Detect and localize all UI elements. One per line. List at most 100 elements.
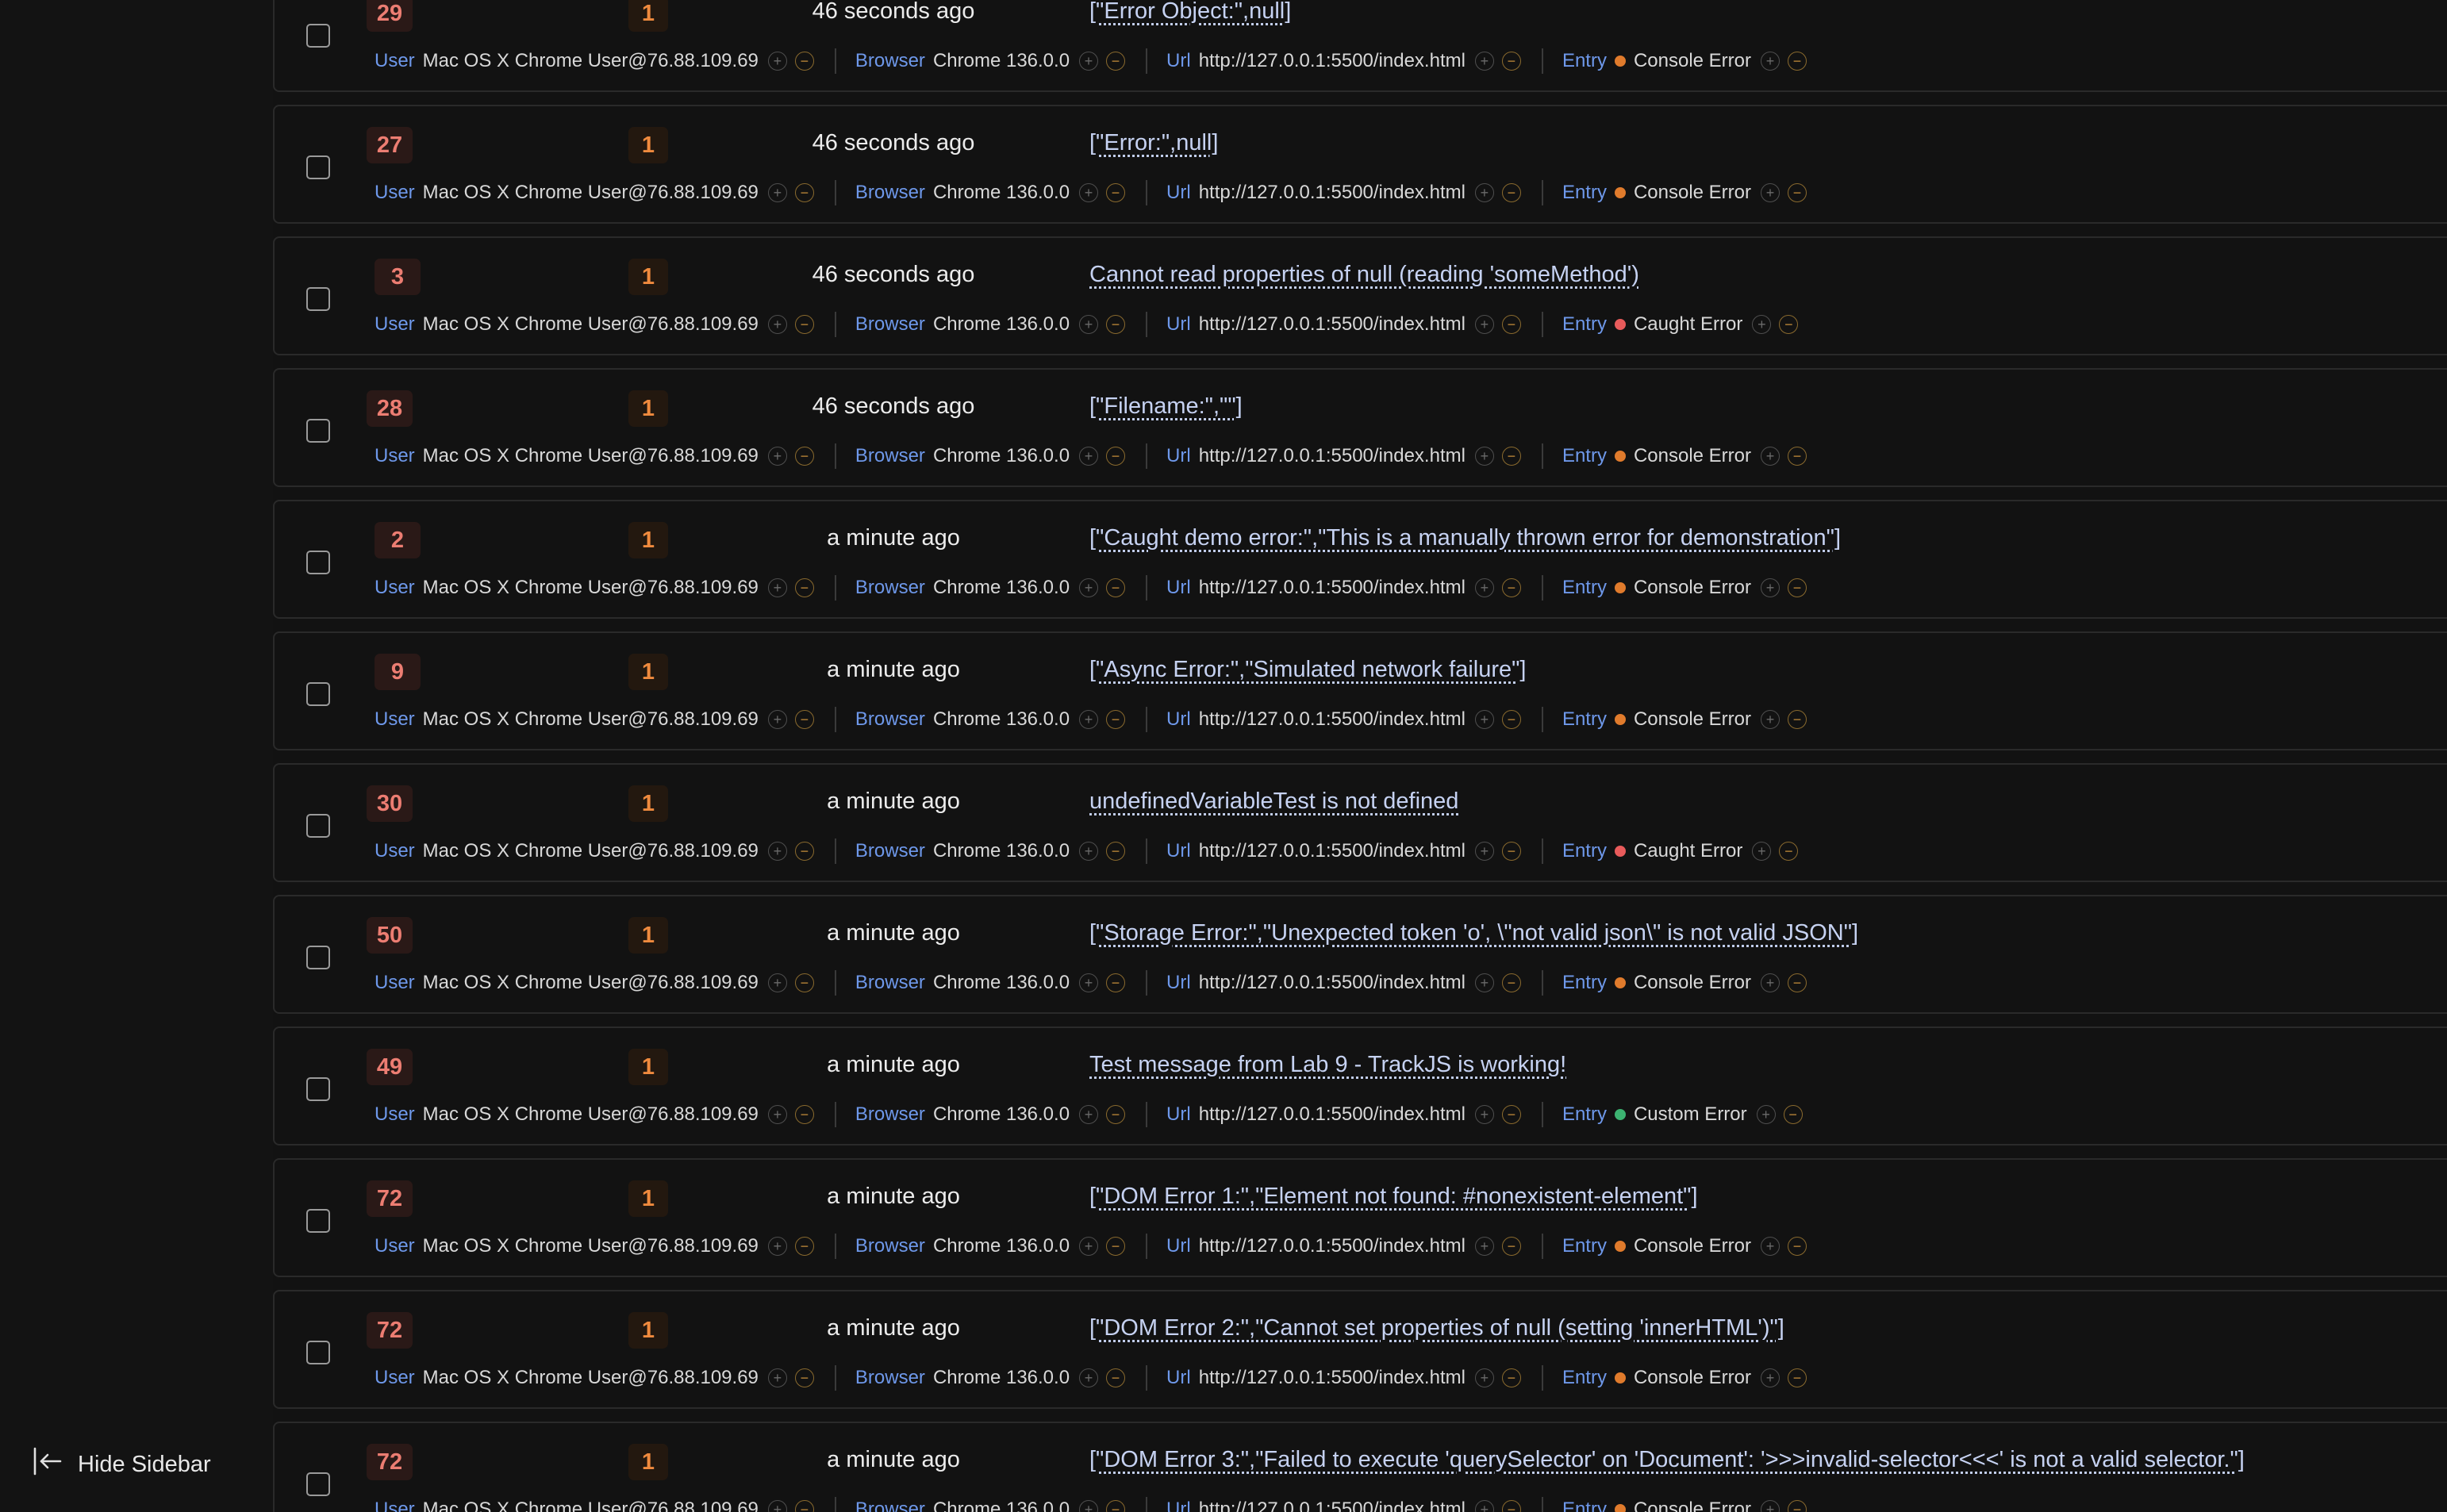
exclude-filter-icon[interactable]: −: [1501, 973, 1521, 992]
exclude-filter-icon[interactable]: −: [794, 1368, 814, 1387]
error-message-link[interactable]: ["Caught demo error:","This is a manuall…: [1089, 525, 1841, 551]
error-row[interactable]: 28 1 46 seconds ago ["Filename:",""] Use…: [273, 368, 2447, 487]
exclude-filter-icon[interactable]: −: [1106, 578, 1126, 597]
exclude-filter-icon[interactable]: −: [1106, 447, 1126, 466]
row-checkbox[interactable]: [306, 155, 330, 179]
browser-key[interactable]: Browser: [855, 1367, 925, 1389]
include-filter-icon[interactable]: +: [1761, 973, 1781, 992]
url-key[interactable]: Url: [1166, 708, 1191, 731]
exclude-filter-icon[interactable]: −: [1779, 842, 1799, 861]
error-message-link[interactable]: ["DOM Error 1:","Element not found: #non…: [1089, 1184, 1698, 1210]
url-key[interactable]: Url: [1166, 840, 1191, 862]
error-message-link[interactable]: undefinedVariableTest is not defined: [1089, 789, 1458, 815]
error-message-link[interactable]: Cannot read properties of null (reading …: [1089, 262, 1639, 288]
include-filter-icon[interactable]: +: [767, 315, 787, 334]
error-message-link[interactable]: ["DOM Error 3:","Failed to execute 'quer…: [1089, 1447, 2245, 1473]
include-filter-icon[interactable]: +: [767, 447, 787, 466]
exclude-filter-icon[interactable]: −: [794, 842, 814, 861]
user-key[interactable]: User: [375, 182, 415, 204]
browser-key[interactable]: Browser: [855, 1103, 925, 1126]
exclude-filter-icon[interactable]: −: [1501, 578, 1521, 597]
url-key[interactable]: Url: [1166, 445, 1191, 467]
include-filter-icon[interactable]: +: [767, 710, 787, 729]
include-filter-icon[interactable]: +: [1079, 183, 1099, 202]
exclude-filter-icon[interactable]: −: [1788, 710, 1807, 729]
browser-key[interactable]: Browser: [855, 840, 925, 862]
error-row[interactable]: 72 1 a minute ago ["DOM Error 2:","Canno…: [273, 1290, 2447, 1409]
entry-key[interactable]: Entry: [1562, 577, 1607, 599]
exclude-filter-icon[interactable]: −: [1106, 315, 1126, 334]
include-filter-icon[interactable]: +: [767, 1105, 787, 1124]
error-row[interactable]: 50 1 a minute ago ["Storage Error:","Une…: [273, 895, 2447, 1014]
user-key[interactable]: User: [375, 445, 415, 467]
url-key[interactable]: Url: [1166, 1235, 1191, 1257]
row-checkbox[interactable]: [306, 419, 330, 443]
entry-key[interactable]: Entry: [1562, 1499, 1607, 1512]
include-filter-icon[interactable]: +: [1079, 710, 1099, 729]
exclude-filter-icon[interactable]: −: [1106, 1105, 1126, 1124]
user-key[interactable]: User: [375, 50, 415, 72]
include-filter-icon[interactable]: +: [1474, 1500, 1494, 1512]
url-key[interactable]: Url: [1166, 1499, 1191, 1512]
include-filter-icon[interactable]: +: [1079, 1368, 1099, 1387]
exclude-filter-icon[interactable]: −: [794, 183, 814, 202]
row-checkbox[interactable]: [306, 1341, 330, 1364]
include-filter-icon[interactable]: +: [767, 1237, 787, 1256]
exclude-filter-icon[interactable]: −: [1501, 52, 1521, 71]
row-checkbox[interactable]: [306, 946, 330, 969]
row-checkbox[interactable]: [306, 814, 330, 838]
exclude-filter-icon[interactable]: −: [1106, 1237, 1126, 1256]
entry-key[interactable]: Entry: [1562, 182, 1607, 204]
exclude-filter-icon[interactable]: −: [794, 447, 814, 466]
url-key[interactable]: Url: [1166, 313, 1191, 336]
include-filter-icon[interactable]: +: [1474, 842, 1494, 861]
exclude-filter-icon[interactable]: −: [794, 315, 814, 334]
browser-key[interactable]: Browser: [855, 972, 925, 994]
user-key[interactable]: User: [375, 1499, 415, 1512]
error-row[interactable]: 2 1 a minute ago ["Caught demo error:","…: [273, 500, 2447, 619]
exclude-filter-icon[interactable]: −: [1788, 578, 1807, 597]
exclude-filter-icon[interactable]: −: [1501, 447, 1521, 466]
include-filter-icon[interactable]: +: [1761, 578, 1781, 597]
error-row[interactable]: 72 1 a minute ago ["DOM Error 1:","Eleme…: [273, 1158, 2447, 1277]
include-filter-icon[interactable]: +: [1474, 447, 1494, 466]
error-row[interactable]: 29 1 46 seconds ago ["Error Object:",nul…: [273, 0, 2447, 92]
browser-key[interactable]: Browser: [855, 577, 925, 599]
exclude-filter-icon[interactable]: −: [794, 973, 814, 992]
error-message-link[interactable]: ["Error Object:",null]: [1089, 0, 1291, 25]
entry-key[interactable]: Entry: [1562, 972, 1607, 994]
exclude-filter-icon[interactable]: −: [1501, 1368, 1521, 1387]
exclude-filter-icon[interactable]: −: [1788, 183, 1807, 202]
exclude-filter-icon[interactable]: −: [1501, 1237, 1521, 1256]
row-checkbox[interactable]: [306, 24, 330, 48]
include-filter-icon[interactable]: +: [767, 1500, 787, 1512]
exclude-filter-icon[interactable]: −: [794, 1237, 814, 1256]
entry-key[interactable]: Entry: [1562, 840, 1607, 862]
url-key[interactable]: Url: [1166, 972, 1191, 994]
include-filter-icon[interactable]: +: [1079, 447, 1099, 466]
error-row[interactable]: 27 1 46 seconds ago ["Error:",null] User…: [273, 105, 2447, 224]
url-key[interactable]: Url: [1166, 50, 1191, 72]
include-filter-icon[interactable]: +: [1474, 710, 1494, 729]
include-filter-icon[interactable]: +: [1079, 1500, 1099, 1512]
include-filter-icon[interactable]: +: [1761, 1368, 1781, 1387]
error-message-link[interactable]: ["Async Error:","Simulated network failu…: [1089, 657, 1526, 683]
exclude-filter-icon[interactable]: −: [794, 710, 814, 729]
include-filter-icon[interactable]: +: [1756, 1105, 1776, 1124]
exclude-filter-icon[interactable]: −: [1106, 52, 1126, 71]
include-filter-icon[interactable]: +: [1079, 52, 1099, 71]
exclude-filter-icon[interactable]: −: [794, 52, 814, 71]
exclude-filter-icon[interactable]: −: [1788, 1500, 1807, 1512]
url-key[interactable]: Url: [1166, 182, 1191, 204]
exclude-filter-icon[interactable]: −: [1779, 315, 1799, 334]
exclude-filter-icon[interactable]: −: [1788, 1368, 1807, 1387]
exclude-filter-icon[interactable]: −: [1783, 1105, 1803, 1124]
exclude-filter-icon[interactable]: −: [1106, 710, 1126, 729]
include-filter-icon[interactable]: +: [1474, 973, 1494, 992]
include-filter-icon[interactable]: +: [1079, 973, 1099, 992]
user-key[interactable]: User: [375, 1367, 415, 1389]
include-filter-icon[interactable]: +: [1752, 315, 1772, 334]
include-filter-icon[interactable]: +: [1079, 842, 1099, 861]
exclude-filter-icon[interactable]: −: [1788, 52, 1807, 71]
user-key[interactable]: User: [375, 577, 415, 599]
